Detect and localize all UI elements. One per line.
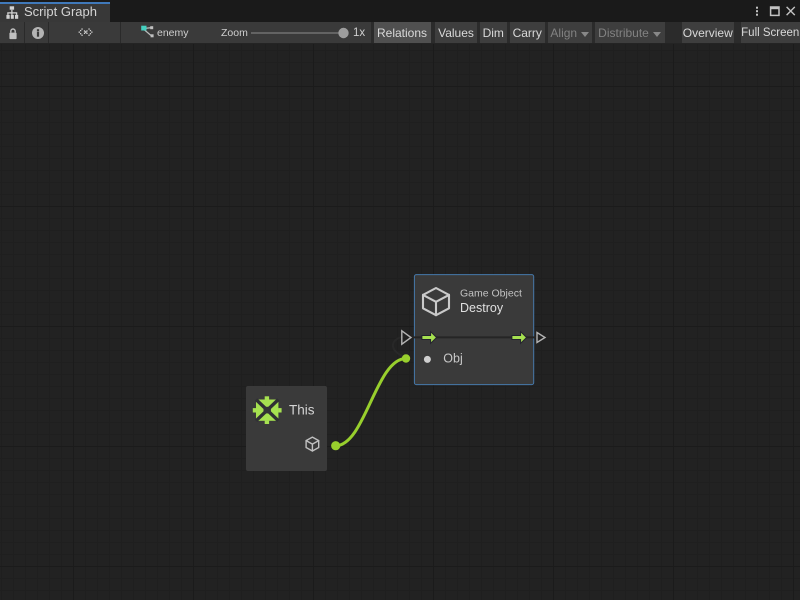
svg-text:Game Object: Game Object [460, 288, 522, 300]
svg-text:This: This [289, 403, 315, 418]
svg-text:Obj: Obj [443, 351, 462, 365]
svg-text:Destroy: Destroy [460, 301, 504, 315]
